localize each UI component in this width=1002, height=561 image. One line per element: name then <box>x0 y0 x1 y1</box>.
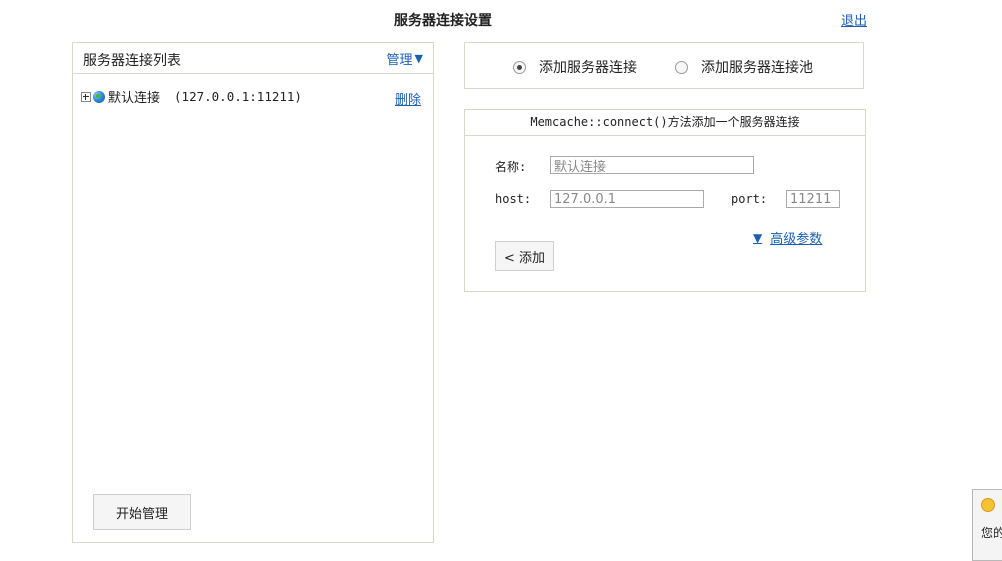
page-title: 服务器连接设置 <box>394 13 492 29</box>
radio-add-connection[interactable]: 添加服务器连接 <box>513 57 637 77</box>
start-manage-button[interactable]: 开始管理 <box>93 494 191 530</box>
delete-connection-link[interactable]: 删除 <box>395 89 421 108</box>
connection-list-header: 服务器连接列表 管理 ▼ <box>73 43 433 74</box>
radio-button-checked[interactable] <box>513 60 526 74</box>
connection-type-selector: 添加服务器连接 添加服务器连接池 <box>464 42 864 89</box>
connection-tree-item[interactable]: 默认连接 (127.0.0.1:11211) <box>81 87 302 106</box>
host-label: host: <box>495 192 532 206</box>
advanced-params-label: 高级参数 <box>770 232 823 247</box>
radio-add-connection-pool[interactable]: 添加服务器连接池 <box>675 57 813 77</box>
radio-add-connection-pool-label: 添加服务器连接池 <box>701 60 813 76</box>
triangle-down-icon: ▼ <box>414 52 423 65</box>
name-input[interactable] <box>550 156 754 174</box>
radio-button-unchecked[interactable] <box>675 60 688 74</box>
advanced-params-link[interactable]: ▼ 高级参数 <box>753 228 823 248</box>
port-input[interactable] <box>786 190 840 208</box>
notification-popup[interactable]: 您的 <box>972 489 1002 561</box>
logout-link[interactable]: 退出 <box>841 10 867 29</box>
radio-add-connection-label: 添加服务器连接 <box>539 60 637 76</box>
expand-plus-icon[interactable] <box>81 91 91 102</box>
add-button[interactable]: < 添加 <box>495 241 554 271</box>
host-input[interactable] <box>550 190 704 208</box>
port-label: port: <box>731 192 768 206</box>
connection-list-panel: 服务器连接列表 管理 ▼ 默认连接 (127.0.0.1:11211) 删除 开… <box>72 42 434 543</box>
connection-list-title: 服务器连接列表 <box>83 53 181 69</box>
globe-icon <box>93 90 105 103</box>
manage-label: 管理 <box>386 53 413 68</box>
triangle-down-icon: ▼ <box>753 230 763 245</box>
name-label: 名称: <box>495 160 527 174</box>
popup-text: 您的 <box>981 526 1002 540</box>
connection-address: (127.0.0.1:11211) <box>174 89 302 104</box>
form-header: Memcache::connect()方法添加一个服务器连接 <box>465 110 865 136</box>
add-connection-form: Memcache::connect()方法添加一个服务器连接 名称: host:… <box>464 109 866 292</box>
connection-name: 默认连接 <box>108 91 161 106</box>
manage-dropdown[interactable]: 管理 ▼ <box>387 49 423 68</box>
smiley-icon <box>981 498 995 512</box>
